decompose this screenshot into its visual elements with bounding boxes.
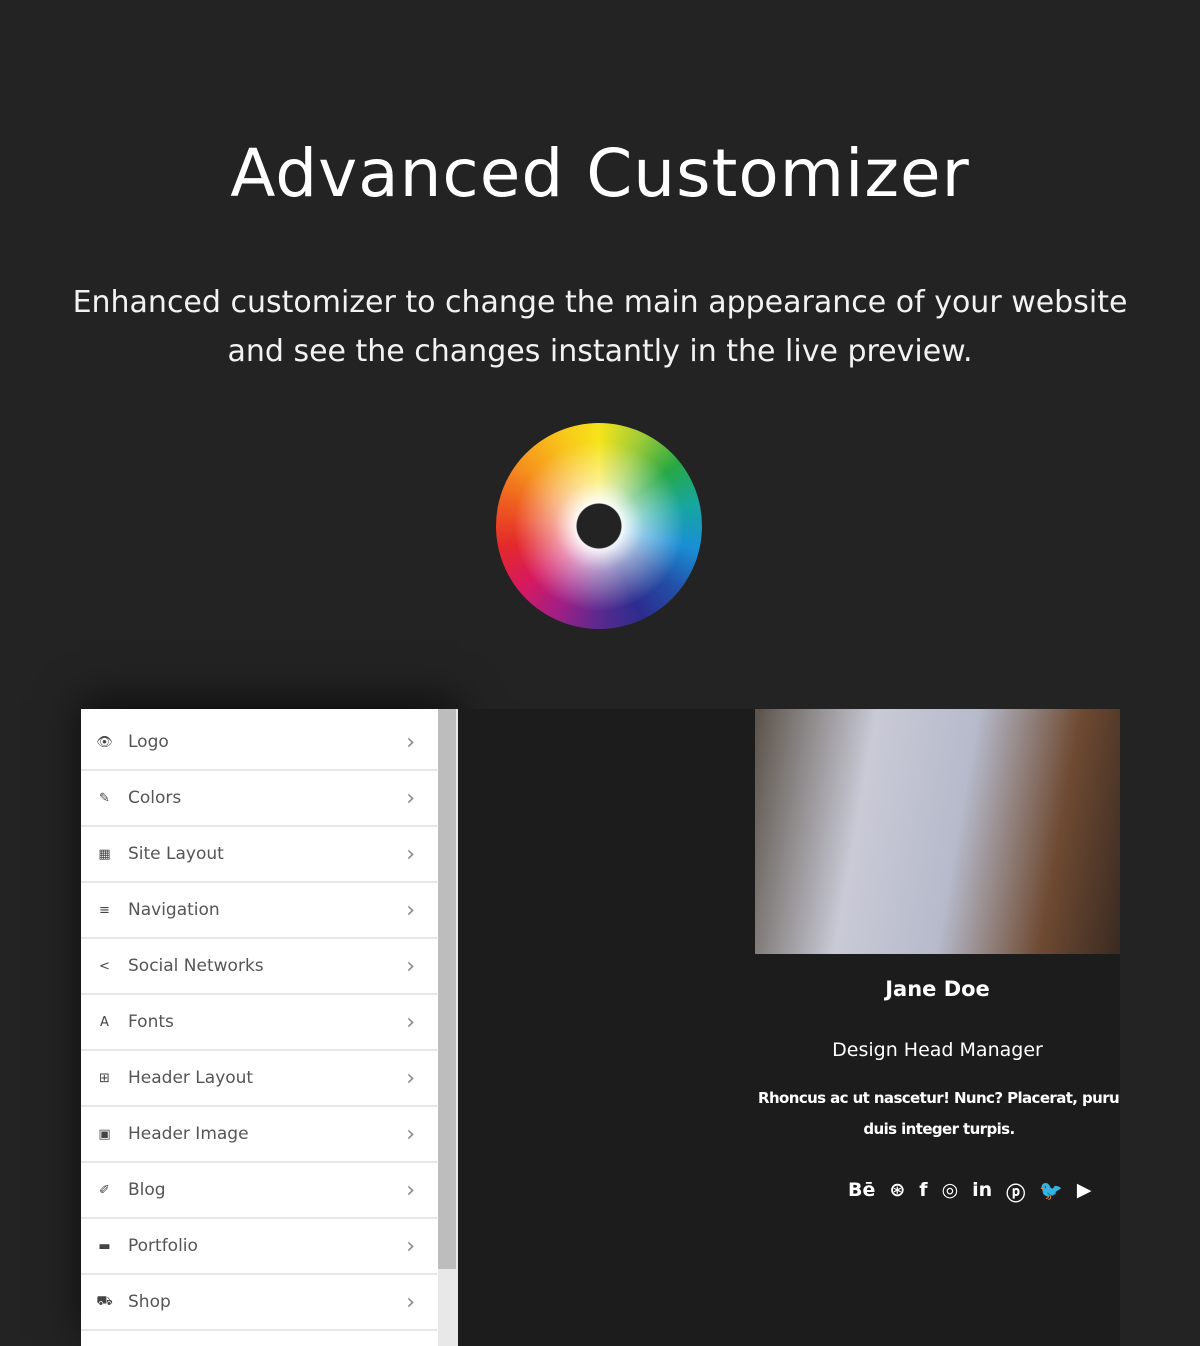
chevron-right-icon: › bbox=[406, 1065, 415, 1091]
customizer-item-blog[interactable]: ✐ Blog › bbox=[81, 1163, 437, 1219]
item-label: Header Image bbox=[128, 1124, 249, 1144]
chevron-right-icon: › bbox=[406, 729, 415, 755]
chevron-right-icon: › bbox=[406, 897, 415, 923]
facebook-icon[interactable]: f bbox=[919, 1179, 927, 1206]
customizer-item-colors[interactable]: ✎ Colors › bbox=[81, 771, 437, 827]
live-preview: Jane Doe Design Head Manager Rhoncus ac … bbox=[458, 709, 1120, 1346]
chevron-right-icon: › bbox=[406, 1177, 415, 1203]
folder-icon: ▬ bbox=[98, 1238, 111, 1254]
profile-photo bbox=[755, 709, 1120, 954]
dribbble-icon[interactable]: ⊛ bbox=[889, 1179, 905, 1206]
customizer-item-fonts[interactable]: A Fonts › bbox=[81, 995, 437, 1051]
social-links: Bē ⊛ f ◎ in ⓟ 🐦 ▶ bbox=[848, 1179, 1092, 1206]
layout-icon: ▦ bbox=[98, 846, 111, 862]
customizer-item-portfolio[interactable]: ▬ Portfolio › bbox=[81, 1219, 437, 1275]
chevron-right-icon: › bbox=[406, 1233, 415, 1259]
page-title: Advanced Customizer bbox=[230, 135, 970, 212]
subtitle-line: Enhanced customizer to change the main a… bbox=[72, 285, 1128, 320]
linkedin-icon[interactable]: in bbox=[972, 1179, 992, 1206]
scrollbar-thumb[interactable] bbox=[438, 709, 456, 1269]
chevron-right-icon: › bbox=[406, 953, 415, 979]
item-label: Blog bbox=[128, 1180, 166, 1200]
chevron-right-icon: › bbox=[406, 1009, 415, 1035]
item-label: Portfolio bbox=[128, 1236, 198, 1256]
item-label: Social Networks bbox=[128, 956, 264, 976]
desc-line: Rhoncus ac ut nascetur! Nunc? Placerat, … bbox=[758, 1089, 1120, 1107]
profile-role: Design Head Manager bbox=[832, 1039, 1043, 1061]
chevron-right-icon: › bbox=[406, 841, 415, 867]
customizer-item-header-layout[interactable]: ⊞ Header Layout › bbox=[81, 1051, 437, 1107]
profile-name: Jane Doe bbox=[885, 977, 990, 1001]
menu-icon: ≡ bbox=[99, 902, 110, 918]
color-wheel-icon bbox=[496, 423, 702, 629]
twitter-icon[interactable]: 🐦 bbox=[1039, 1179, 1063, 1206]
chevron-right-icon: › bbox=[406, 785, 415, 811]
pinterest-icon[interactable]: ⓟ bbox=[1006, 1179, 1025, 1206]
behance-icon[interactable]: Bē bbox=[848, 1179, 875, 1206]
item-label: Navigation bbox=[128, 900, 220, 920]
brush-icon: ✎ bbox=[99, 790, 110, 806]
item-label: Colors bbox=[128, 788, 182, 808]
eye-icon: 👁 bbox=[96, 734, 113, 750]
item-label: Header Layout bbox=[128, 1068, 254, 1088]
instagram-icon[interactable]: ◎ bbox=[942, 1179, 959, 1206]
edit-icon: ✐ bbox=[99, 1182, 110, 1198]
customizer-item-navigation[interactable]: ≡ Navigation › bbox=[81, 883, 437, 939]
item-label: Shop bbox=[128, 1292, 171, 1312]
image-icon: ▣ bbox=[98, 1126, 111, 1142]
profile-description: Rhoncus ac ut nascetur! Nunc? Placerat, … bbox=[758, 1083, 1120, 1145]
item-label: Fonts bbox=[128, 1012, 174, 1032]
customizer-item-site-layout[interactable]: ▦ Site Layout › bbox=[81, 827, 437, 883]
item-label: Site Layout bbox=[128, 844, 224, 864]
customizer-panel: 👁 Logo › ✎ Colors › ▦ Site Layout › ≡ Navigation › <… bbox=[81, 709, 458, 1346]
customizer-item-header-image[interactable]: ▣ Header Image › bbox=[81, 1107, 437, 1163]
cart-icon: ⛟ bbox=[96, 1293, 113, 1309]
customizer-item-social-networks[interactable]: < Social Networks › bbox=[81, 939, 437, 995]
subtitle-line: and see the changes instantly in the liv… bbox=[227, 334, 973, 369]
chevron-right-icon: › bbox=[406, 1121, 415, 1147]
page-subtitle: Enhanced customizer to change the main a… bbox=[0, 278, 1200, 376]
share-icon: < bbox=[99, 958, 110, 974]
customizer-item-logo[interactable]: 👁 Logo › bbox=[81, 715, 437, 771]
table-icon: ⊞ bbox=[99, 1070, 110, 1086]
font-icon: A bbox=[100, 1014, 109, 1030]
item-label: Logo bbox=[128, 732, 169, 752]
scrollbar[interactable] bbox=[438, 709, 458, 1346]
customizer-item-shop[interactable]: ⛟ Shop › bbox=[81, 1275, 437, 1331]
desc-line: duis integer turpis. bbox=[863, 1120, 1015, 1138]
youtube-icon[interactable]: ▶ bbox=[1077, 1179, 1092, 1206]
chevron-right-icon: › bbox=[406, 1289, 415, 1315]
